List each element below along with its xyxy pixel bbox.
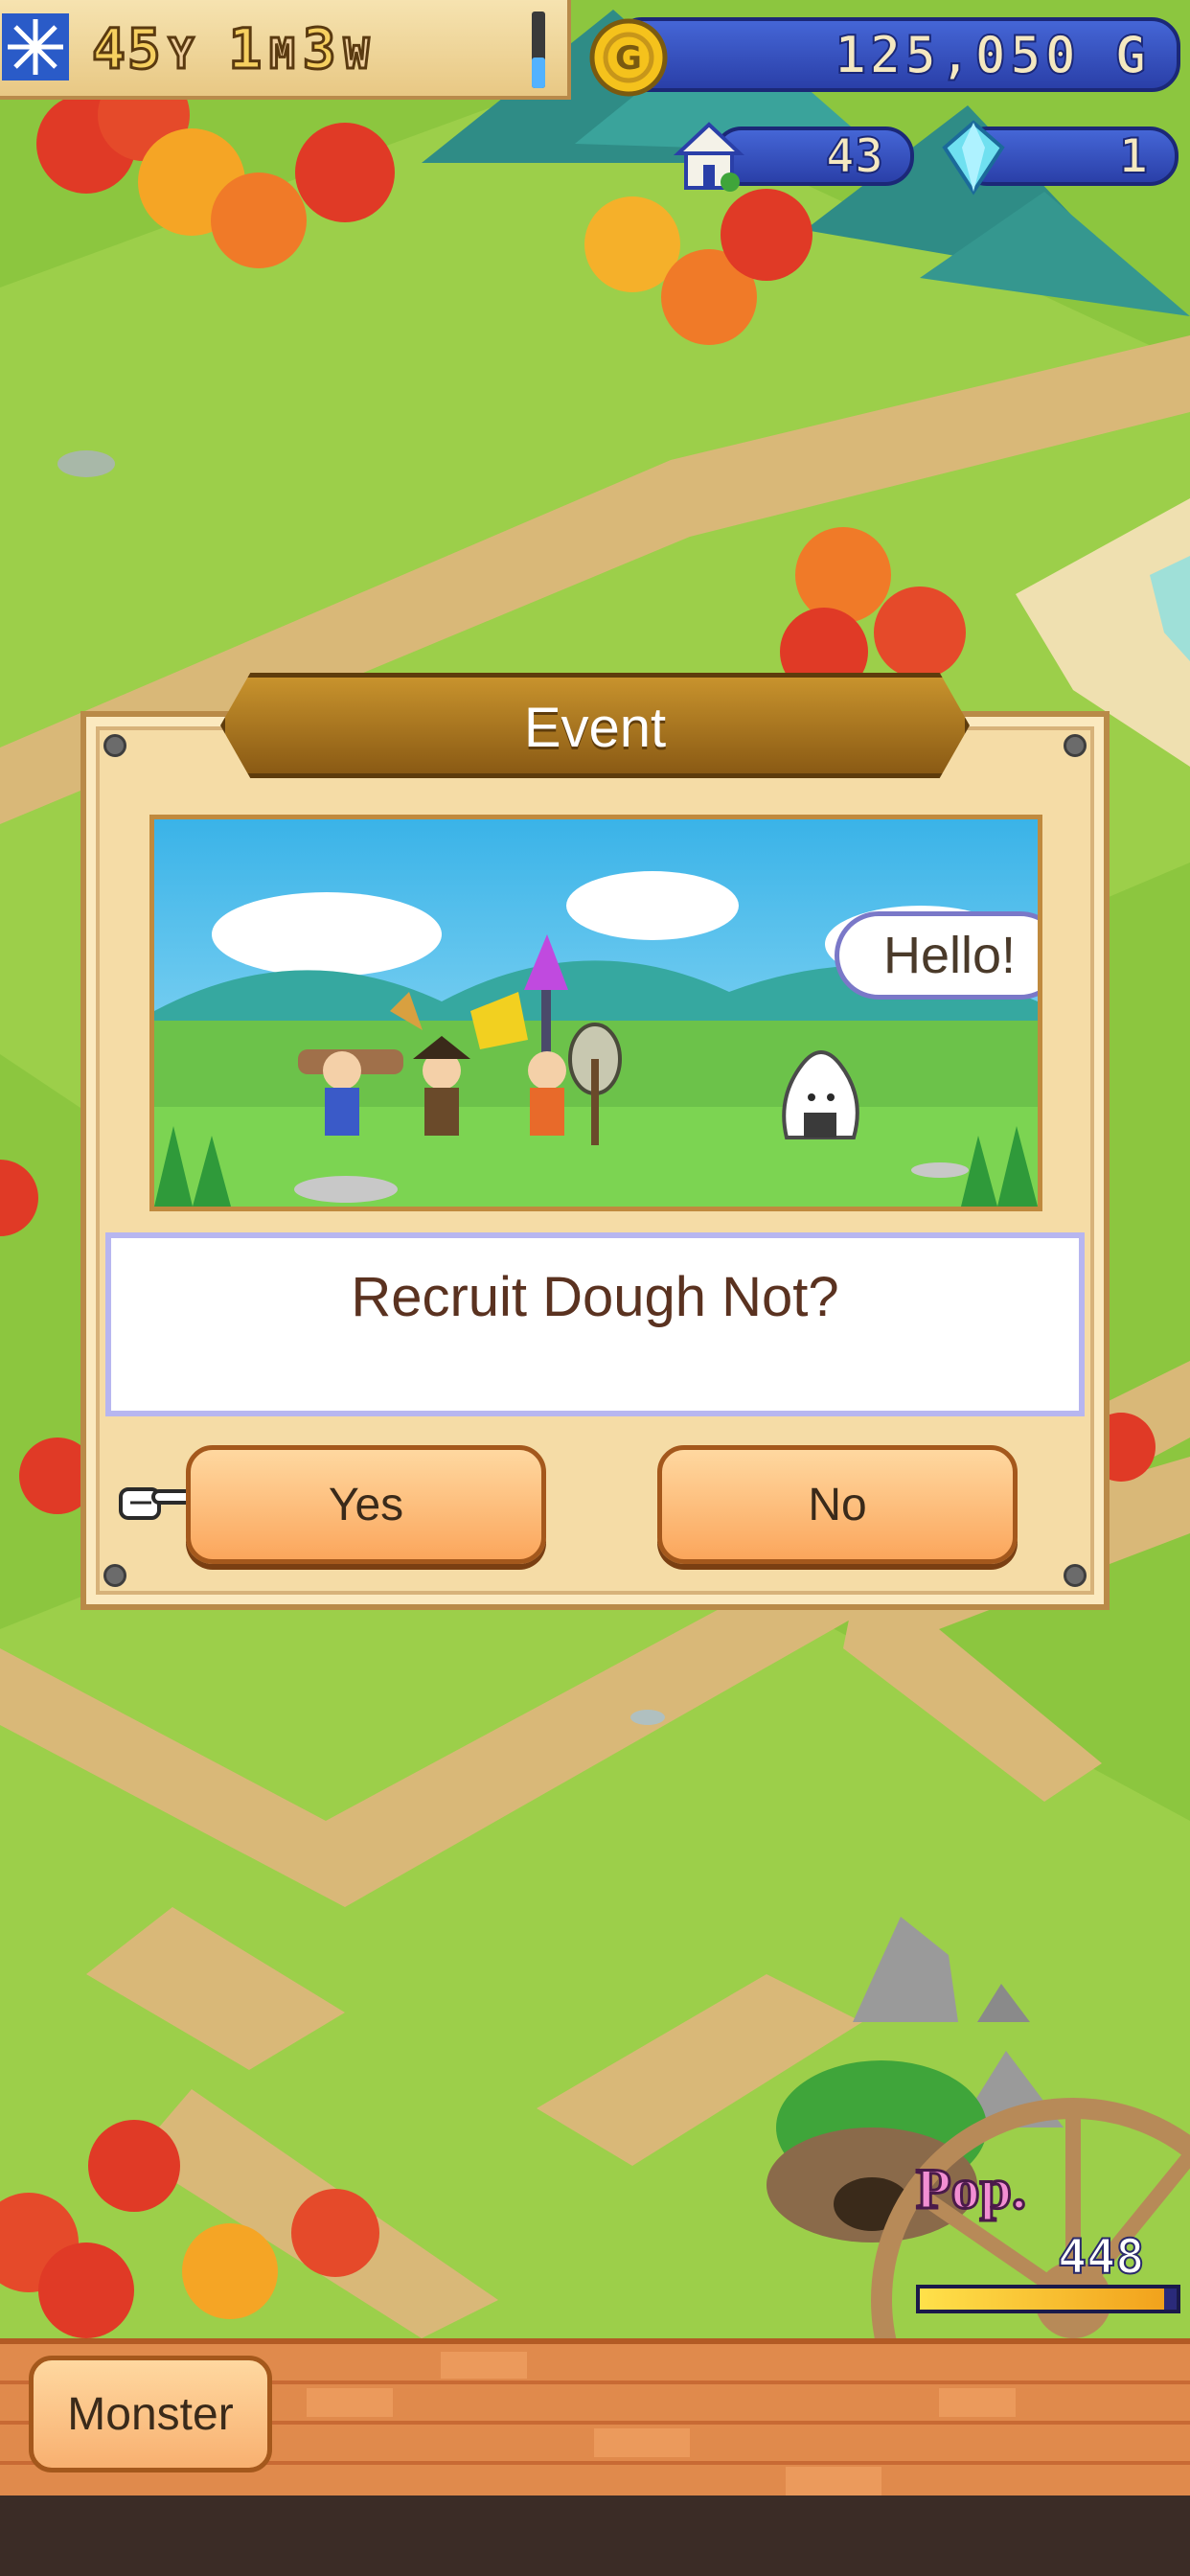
- crystal-icon: [942, 120, 1005, 196]
- footer-strip: [0, 2496, 1190, 2576]
- no-button-label: No: [808, 1479, 867, 1530]
- speech-text: Hello!: [882, 927, 1017, 984]
- population-meter: [916, 2285, 1180, 2313]
- pointing-hand-icon: [119, 1487, 194, 1520]
- event-message-box: Recruit Dough Not?: [105, 1232, 1085, 1416]
- population-value: 448: [1057, 2228, 1145, 2286]
- crystal-count: 1: [1118, 127, 1149, 185]
- no-button[interactable]: No: [657, 1445, 1018, 1564]
- snowflake-icon: [2, 13, 69, 80]
- week-progress-fill: [532, 58, 545, 88]
- month-value: 1: [227, 15, 264, 83]
- house-icon: [673, 122, 745, 192]
- gold-counter: 125,050 G: [613, 17, 1180, 92]
- yes-button-label: Yes: [328, 1479, 404, 1530]
- population-meter-fill: [920, 2288, 1164, 2310]
- week-progress-meter: [532, 12, 545, 88]
- rivet: [103, 734, 126, 757]
- game-date: 45 Y 1M3W: [91, 15, 372, 83]
- dialog-title: Event: [523, 697, 667, 759]
- svg-text:G: G: [615, 39, 642, 78]
- event-message: Recruit Dough Not?: [351, 1266, 839, 1328]
- house-count: 43: [825, 127, 884, 185]
- rivet: [1064, 734, 1087, 757]
- rivet: [103, 1564, 126, 1587]
- population-label: Pop.: [914, 2156, 1027, 2222]
- month-unit: M: [268, 29, 297, 80]
- monster-button-label: Monster: [67, 2388, 234, 2440]
- event-scene-art: [154, 819, 1038, 1207]
- week-value: 3: [301, 15, 338, 83]
- speech-bubble: Hello!: [835, 911, 1038, 1000]
- gold-value: 125,050 G: [834, 24, 1150, 86]
- yes-button[interactable]: Yes: [186, 1445, 546, 1564]
- event-scene-image: Hello!: [149, 815, 1042, 1211]
- monster-button[interactable]: Monster: [29, 2356, 272, 2472]
- week-unit: W: [342, 29, 372, 80]
- date-panel: 45 Y 1M3W: [0, 0, 571, 100]
- year-unit: Y: [167, 29, 196, 80]
- gold-coin-icon: G: [589, 18, 668, 97]
- dialog-title-banner: Event: [182, 663, 1008, 788]
- year-value: 45: [91, 15, 163, 83]
- rivet: [1064, 1564, 1087, 1587]
